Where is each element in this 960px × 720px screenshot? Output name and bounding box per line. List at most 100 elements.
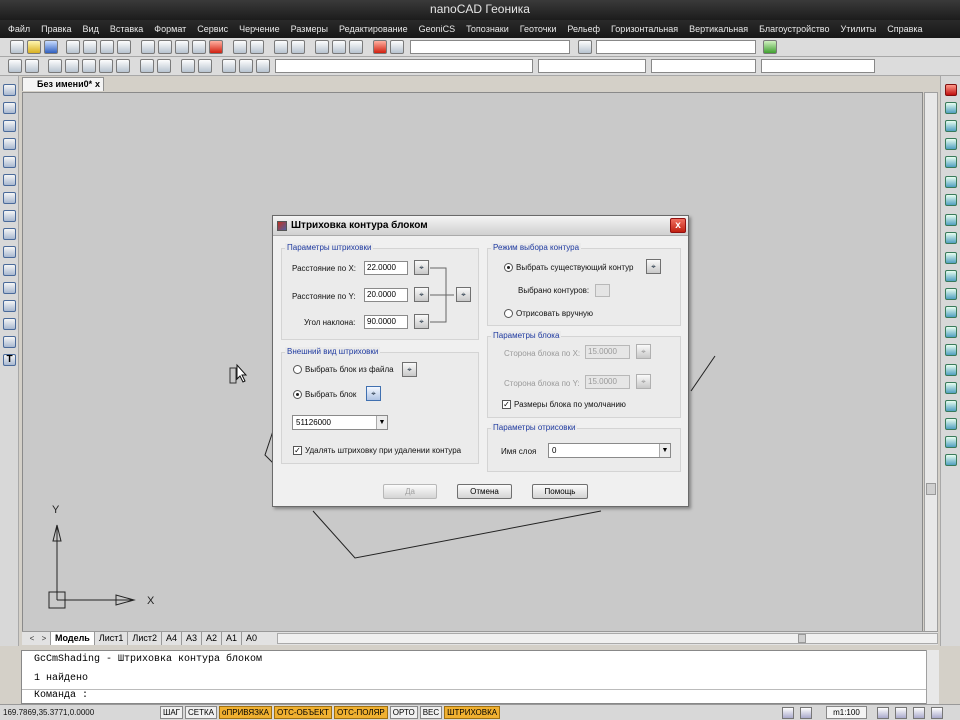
tab-sheet1[interactable]: Лист1 — [93, 632, 128, 645]
ok-button[interactable]: Да — [383, 484, 437, 499]
point-icon[interactable] — [3, 300, 16, 312]
publish-icon[interactable] — [100, 40, 114, 54]
pick-all-icon[interactable]: ⌖ — [456, 287, 471, 302]
snap-midpoint-icon[interactable] — [65, 59, 79, 73]
zoom-realtime-icon[interactable] — [291, 40, 305, 54]
snap-perpendicular-icon[interactable] — [99, 59, 113, 73]
snap-center-icon[interactable] — [116, 59, 130, 73]
dx-input[interactable]: 22.0000 — [364, 261, 408, 275]
pick-contour-icon[interactable]: ⌖ — [646, 259, 661, 274]
zoom-previous-icon[interactable] — [332, 40, 346, 54]
tab-a0[interactable]: A0 — [241, 632, 261, 645]
preview-icon[interactable] — [83, 40, 97, 54]
annotation-scale[interactable]: m1:100 — [826, 706, 867, 719]
pick-side-y-icon[interactable]: ⌖ — [636, 374, 651, 389]
snap-quadrant-icon[interactable] — [239, 59, 253, 73]
match-properties-icon[interactable] — [192, 40, 206, 54]
snap-extension-icon[interactable] — [256, 59, 270, 73]
open-file-icon[interactable] — [27, 40, 41, 54]
cancel-button[interactable]: Отмена — [457, 484, 512, 499]
object-tracking-toggle[interactable]: ОТС-ОБЪЕКТ — [273, 706, 332, 719]
fillet-icon[interactable] — [945, 344, 957, 356]
tab-a1[interactable]: A1 — [221, 632, 241, 645]
cloud-icon[interactable] — [3, 210, 16, 222]
delete-hatch-checkbox[interactable]: ✓ — [293, 446, 302, 455]
style-combo[interactable] — [596, 40, 756, 54]
linetype-combo[interactable] — [538, 59, 646, 73]
snap-settings-icon[interactable] — [181, 59, 195, 73]
status-icon-f[interactable] — [930, 706, 943, 719]
layer-combo[interactable] — [410, 40, 570, 54]
geonics-panel-icon[interactable] — [763, 40, 777, 54]
status-icon-e[interactable] — [912, 706, 925, 719]
break-icon[interactable] — [945, 288, 957, 300]
menu-draw[interactable]: Черчение — [239, 24, 280, 34]
snap-nearest-icon[interactable] — [157, 59, 171, 73]
menu-dimensions[interactable]: Размеры — [291, 24, 328, 34]
tab-a3[interactable]: A3 — [181, 632, 201, 645]
snap-node-icon[interactable] — [198, 59, 212, 73]
array-icon[interactable] — [945, 156, 957, 168]
edit-text-icon[interactable] — [945, 418, 957, 430]
layer-dropdown[interactable]: 0 ▼ — [548, 443, 671, 458]
offset-icon[interactable] — [945, 138, 957, 150]
redo-icon[interactable] — [250, 40, 264, 54]
mirror-icon[interactable] — [945, 120, 957, 132]
erase-icon[interactable] — [945, 84, 957, 96]
osnap-toggle[interactable]: оПРИВЯЗКА — [219, 706, 272, 719]
color-combo[interactable] — [275, 59, 533, 73]
snap-toggle[interactable]: ШАГ — [160, 706, 183, 719]
make-block-icon[interactable] — [3, 282, 16, 294]
save-icon[interactable] — [44, 40, 58, 54]
table-icon[interactable] — [3, 336, 16, 348]
radio-existing-contour[interactable] — [504, 263, 513, 272]
properties-icon[interactable] — [373, 40, 387, 54]
edit-hatch-icon[interactable] — [945, 400, 957, 412]
menu-edit[interactable]: Правка — [41, 24, 71, 34]
polar-tracking-toggle[interactable]: ОТС-ПОЛЯР — [333, 706, 388, 719]
pan-icon[interactable] — [274, 40, 288, 54]
lineweight-combo[interactable] — [651, 59, 756, 73]
menu-vertical[interactable]: Вертикальная — [689, 24, 748, 34]
menu-insert[interactable]: Вставка — [110, 24, 143, 34]
zoom-window-icon[interactable] — [315, 40, 329, 54]
scale-icon[interactable] — [945, 214, 957, 226]
hatch-icon[interactable] — [3, 318, 16, 330]
command-scrollbar[interactable] — [926, 650, 939, 704]
join-icon[interactable] — [945, 306, 957, 318]
tab-a2[interactable]: A2 — [201, 632, 221, 645]
arc-icon[interactable] — [3, 174, 16, 186]
vertical-scrollbar[interactable] — [924, 92, 938, 632]
radio-draw-manually[interactable] — [504, 309, 513, 318]
menu-view[interactable]: Вид — [83, 24, 99, 34]
rectangle-icon[interactable] — [3, 156, 16, 168]
design-center-icon[interactable] — [390, 40, 404, 54]
trim-icon[interactable] — [945, 252, 957, 264]
menu-format[interactable]: Формат — [154, 24, 186, 34]
layer-state-icon[interactable] — [25, 59, 39, 73]
extend-icon[interactable] — [945, 270, 957, 282]
status-icon-c[interactable] — [876, 706, 889, 719]
circle-icon[interactable] — [3, 192, 16, 204]
menu-file[interactable]: Файл — [8, 24, 30, 34]
dy-input[interactable]: 20.0000 — [364, 288, 408, 302]
rotate-icon[interactable] — [945, 194, 957, 206]
menu-topo-signs[interactable]: Топознаки — [466, 24, 509, 34]
copy-icon[interactable] — [158, 40, 172, 54]
menu-horizontal[interactable]: Горизонтальная — [611, 24, 678, 34]
block-side-y-input[interactable]: 15.0000 — [585, 375, 630, 389]
menu-help[interactable]: Справка — [887, 24, 922, 34]
delete-icon[interactable] — [209, 40, 223, 54]
close-icon[interactable]: x — [95, 78, 100, 91]
plotstyle-combo[interactable] — [761, 59, 875, 73]
menu-geopoints[interactable]: Геоточки — [520, 24, 557, 34]
zoom-extents-icon[interactable] — [349, 40, 363, 54]
menu-utilities[interactable]: Утилиты — [841, 24, 877, 34]
radio-block-from-file[interactable] — [293, 365, 302, 374]
block-name-dropdown[interactable]: 51126000 ▼ — [292, 415, 388, 430]
scroll-thumb[interactable] — [926, 483, 936, 495]
snap-none-icon[interactable] — [82, 59, 96, 73]
edit-attributes-icon[interactable] — [945, 454, 957, 466]
status-icon-b[interactable] — [800, 706, 813, 719]
browse-file-icon[interactable]: ⌖ — [402, 362, 417, 377]
